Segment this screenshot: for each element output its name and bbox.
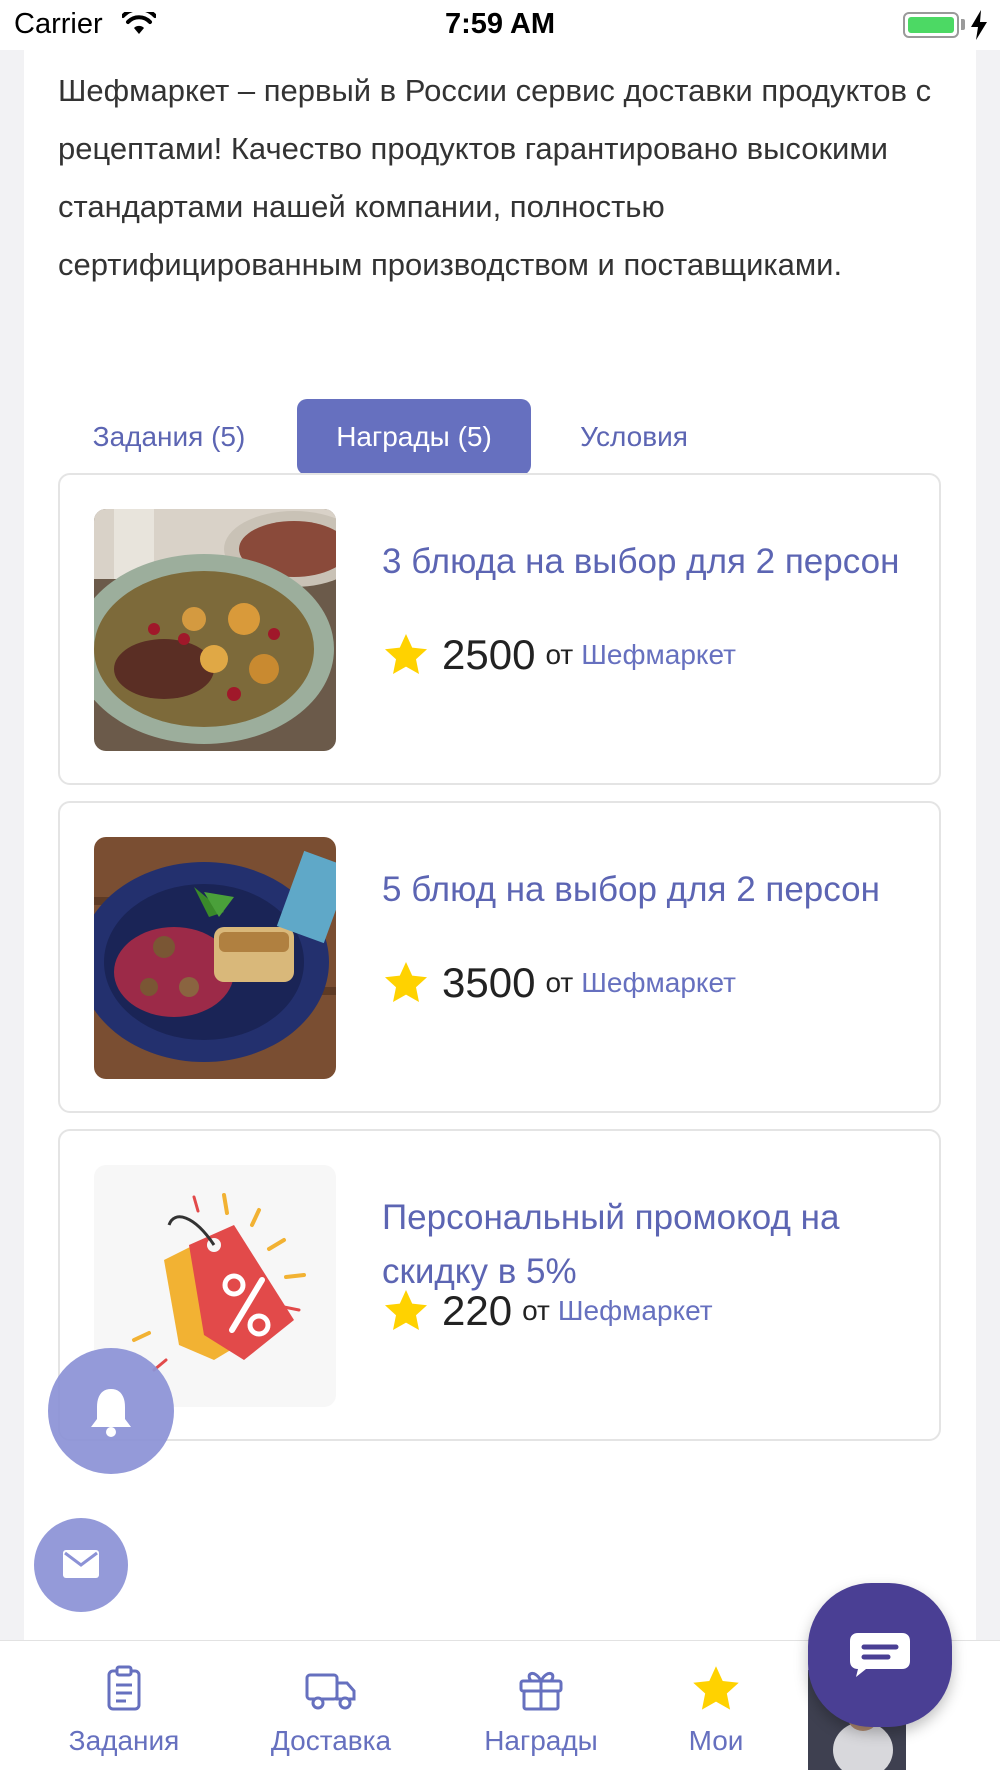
tabbar-item-tasks[interactable]: Задания (24, 1641, 224, 1778)
reward-points: 2500 (442, 631, 536, 678)
star-icon (385, 962, 427, 1002)
tabbar-item-rewards[interactable]: Награды (441, 1641, 641, 1778)
partner-description: Шефмаркет – первый в России сервис доста… (58, 73, 932, 282)
tabbar-item-delivery[interactable]: Доставка (231, 1641, 431, 1778)
reward-from-label: от (522, 1295, 550, 1326)
bell-icon (91, 1389, 131, 1437)
reward-meta: 220 от Шефмаркет (382, 1283, 713, 1339)
star-icon (385, 634, 427, 674)
chat-button[interactable] (808, 1583, 952, 1727)
messages-button[interactable] (34, 1518, 128, 1612)
tabbar-label: Мои (688, 1725, 744, 1756)
battery-tip (961, 19, 965, 30)
reward-from-label: от (545, 967, 574, 998)
chat-bubble-icon (850, 1633, 910, 1677)
tabbar-label: Задания (68, 1725, 180, 1756)
reward-points: 220 (442, 1287, 513, 1334)
charging-icon (971, 10, 987, 40)
reward-from-label: от (545, 639, 574, 670)
reward-meta: 2500 от Шефмаркет (382, 627, 736, 683)
tabbar-item-mine[interactable]: Мои (616, 1641, 816, 1778)
reward-meta: 3500 от Шефмаркет (382, 955, 736, 1011)
tabbar-label: Награды (484, 1725, 598, 1756)
tab-rewards[interactable]: Награды (5) (297, 399, 531, 475)
truck-icon (305, 1673, 356, 1710)
status-bar: Carrier 7:59 AM (0, 0, 1000, 50)
gift-icon (519, 1672, 563, 1711)
tabbar-label: Доставка (270, 1725, 392, 1756)
reward-card[interactable]: 5 блюд на выбор для 2 персон 3500 от Шеф… (58, 801, 941, 1113)
tab-terms[interactable]: Условия (554, 399, 714, 475)
clipboard-icon (107, 1665, 141, 1711)
reward-image-steak (94, 509, 336, 751)
star-icon (385, 1290, 427, 1330)
reward-card[interactable]: Персональный промокод на скидку в 5% 220… (58, 1129, 941, 1441)
status-time: 7:59 AM (444, 8, 556, 40)
battery-icon (903, 12, 959, 38)
reward-title: 5 блюд на выбор для 2 персон (382, 870, 880, 909)
reward-partner-link[interactable]: Шефмаркет (581, 967, 736, 999)
reward-partner-link[interactable]: Шефмаркет (581, 639, 736, 671)
reward-image-fish (94, 837, 336, 1079)
reward-points: 3500 (442, 959, 536, 1006)
reward-card[interactable]: 3 блюда на выбор для 2 персон 2500 от Ше… (58, 473, 941, 785)
star-icon (693, 1666, 739, 1710)
mail-icon (63, 1550, 99, 1578)
segment-tabs: Задания (5) Награды (5) Условия (64, 399, 764, 475)
reward-partner-link[interactable]: Шефмаркет (558, 1295, 713, 1327)
tab-tasks[interactable]: Задания (5) (64, 399, 274, 475)
notifications-button[interactable] (48, 1348, 174, 1474)
reward-title: 3 блюда на выбор для 2 персон (382, 542, 900, 581)
